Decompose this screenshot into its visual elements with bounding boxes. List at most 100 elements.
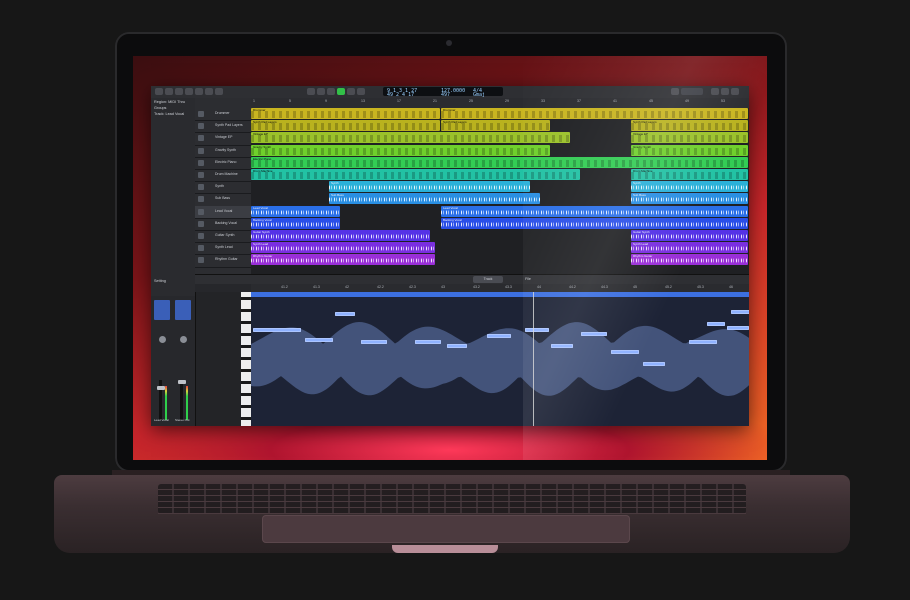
region[interactable]: Rhythm Guitar xyxy=(631,254,748,266)
pitch-note[interactable] xyxy=(253,328,301,332)
piano-keyboard[interactable] xyxy=(241,292,251,426)
track-icon xyxy=(198,135,204,142)
region[interactable]: Backing Vocal xyxy=(251,217,340,229)
mixer-icon[interactable] xyxy=(205,88,213,95)
region[interactable]: Lead Vocal xyxy=(441,205,748,217)
region-name: Drummer xyxy=(253,108,266,112)
pitch-note[interactable] xyxy=(727,326,749,330)
tracks-area[interactable]: Drummer Drummer Synth Pad Layers Synth Pad … xyxy=(251,108,749,274)
editor-ruler-mark: 43 xyxy=(441,285,445,289)
region[interactable]: Synth Lead xyxy=(631,242,748,254)
region[interactable]: Synth Lead xyxy=(251,242,435,254)
track-header[interactable]: Lead Vocal xyxy=(195,205,251,219)
pitch-note[interactable] xyxy=(447,344,467,348)
pitch-note[interactable] xyxy=(581,332,607,336)
region[interactable]: Drummer xyxy=(251,108,440,119)
pan-knob-b[interactable] xyxy=(180,336,187,343)
track-header[interactable]: Sub Bass xyxy=(195,193,251,207)
fader-cap-a[interactable] xyxy=(157,386,165,390)
region[interactable]: Synth xyxy=(329,181,530,193)
track-icon xyxy=(198,257,204,264)
editor-ruler[interactable]: 41.2 41.3 42 42.2 42.3 43 43.2 43.3 44 44.2 44.3 45… xyxy=(251,284,749,292)
region[interactable]: Gravity Synth xyxy=(631,144,748,156)
midi-notes xyxy=(631,147,748,155)
region[interactable]: Drum Machine xyxy=(631,169,748,180)
track-header[interactable]: Backing Vocal xyxy=(195,218,251,231)
pitch-note[interactable] xyxy=(335,312,355,316)
pitch-note[interactable] xyxy=(643,362,665,366)
forward-icon[interactable] xyxy=(317,88,325,95)
pitch-note[interactable] xyxy=(361,340,387,344)
lcd-display[interactable]: 9 1 3 1 27 49 2 4 17 127.0000 497 4/4 Gm… xyxy=(383,87,503,98)
region[interactable]: Drummer xyxy=(441,108,748,119)
region[interactable]: Rhythm Guitar xyxy=(251,254,435,266)
region-name: Guitar Synth xyxy=(633,230,650,234)
pitch-note[interactable] xyxy=(611,350,639,354)
pitch-note[interactable] xyxy=(415,340,441,344)
region[interactable]: Lead Vocal xyxy=(251,205,340,217)
track-inspector-header[interactable]: Track: Lead Vocal xyxy=(154,112,184,116)
editor-region-bar[interactable] xyxy=(251,292,749,297)
track-header[interactable]: Synth Lead xyxy=(195,242,251,256)
flex-pitch-editor[interactable] xyxy=(251,292,749,426)
playhead[interactable] xyxy=(533,292,534,426)
region[interactable]: Synth Pad Layers xyxy=(441,120,550,132)
region-name: Electric Piano xyxy=(253,156,272,161)
region[interactable]: Synth Pad Layers xyxy=(251,120,440,132)
region[interactable]: Gravity Synth xyxy=(251,144,550,156)
pitch-note[interactable] xyxy=(487,334,511,338)
track-header[interactable]: Synth Pad Layers xyxy=(195,120,251,134)
region[interactable]: Synth xyxy=(631,181,748,193)
region[interactable]: Vintage EP xyxy=(251,132,570,144)
track-header[interactable]: Gravity Synth xyxy=(195,145,251,158)
plugin-slots-a[interactable] xyxy=(154,300,170,320)
browser-icon[interactable] xyxy=(731,88,739,95)
track-header[interactable]: Vintage EP xyxy=(195,132,251,146)
stop-icon[interactable] xyxy=(327,88,335,95)
track-name: Synth Lead xyxy=(215,245,233,250)
groups-header[interactable]: Groups xyxy=(154,106,166,110)
track-header[interactable]: Electric Piano xyxy=(195,157,251,170)
region[interactable]: Electric Piano xyxy=(251,156,748,168)
pan-knob-a[interactable] xyxy=(159,336,166,343)
inspector-icon[interactable] xyxy=(165,88,173,95)
master-volume-slider[interactable] xyxy=(681,88,703,95)
screen: 9 1 3 1 27 49 2 4 17 127.0000 497 4/4 Gm… xyxy=(133,56,767,460)
region[interactable]: Guitar Synth xyxy=(631,230,748,241)
pitch-note[interactable] xyxy=(731,310,749,314)
region[interactable]: Drum Machine xyxy=(251,169,580,180)
smart-controls-icon[interactable] xyxy=(195,88,203,95)
region-inspector-header[interactable]: Region: MIDI Thru xyxy=(154,100,185,104)
midi-notes xyxy=(441,111,748,118)
list-editors-icon[interactable] xyxy=(671,88,679,95)
region[interactable]: Vintage EP xyxy=(631,132,748,144)
volume-fader-b[interactable] xyxy=(180,380,183,420)
notepad-icon[interactable] xyxy=(711,88,719,95)
record-icon[interactable] xyxy=(347,88,355,95)
region[interactable]: Backing Vocal xyxy=(441,217,748,229)
cycle-icon[interactable] xyxy=(357,88,365,95)
region[interactable]: Guitar Synth xyxy=(251,230,430,241)
tab-file[interactable]: File xyxy=(513,276,543,283)
toolbar-icon[interactable] xyxy=(185,88,193,95)
help-icon[interactable] xyxy=(175,88,183,95)
pitch-note[interactable] xyxy=(305,338,333,342)
fader-cap-b[interactable] xyxy=(178,380,186,384)
region[interactable]: Sub Bass xyxy=(631,193,748,205)
library-icon[interactable] xyxy=(155,88,163,95)
loop-browser-icon[interactable] xyxy=(721,88,729,95)
rewind-icon[interactable] xyxy=(307,88,315,95)
pitch-note[interactable] xyxy=(551,344,573,348)
play-button[interactable] xyxy=(337,88,345,95)
region[interactable]: Synth Pad Layers xyxy=(631,120,748,132)
pitch-note[interactable] xyxy=(707,322,725,326)
pitch-note[interactable] xyxy=(689,340,717,344)
tab-track[interactable]: Track xyxy=(473,276,503,283)
plugin-slots-b[interactable] xyxy=(175,300,191,320)
track-header[interactable]: Rhythm Guitar xyxy=(195,254,251,268)
region[interactable]: Sub Bass xyxy=(329,193,540,205)
pitch-note[interactable] xyxy=(525,328,549,332)
track-header[interactable]: Synth xyxy=(195,181,251,195)
midi-notes xyxy=(251,135,570,143)
editors-icon[interactable] xyxy=(215,88,223,95)
